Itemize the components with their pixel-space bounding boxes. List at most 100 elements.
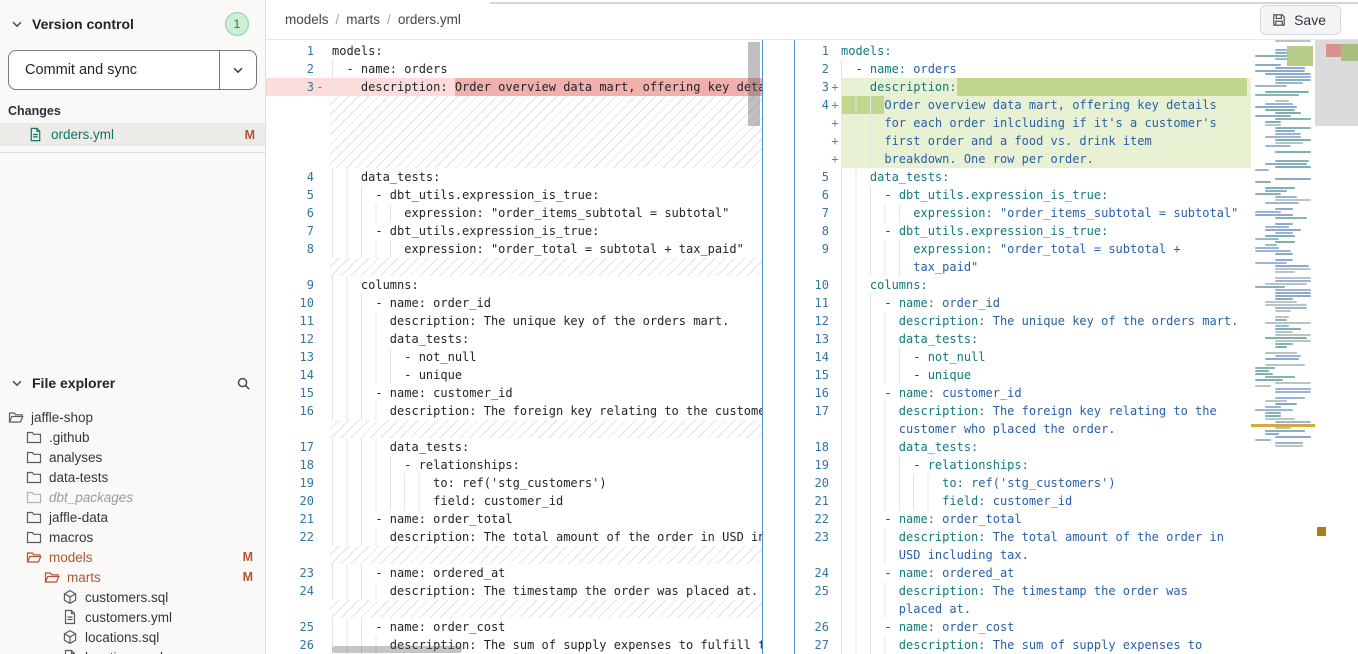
code-line-8[interactable]: 8 expression: "order_total = subtotal + … <box>266 240 762 258</box>
code-line-18[interactable]: 18 - relationships: <box>266 456 762 474</box>
code-line-5[interactable]: 5 data_tests: <box>795 168 1251 186</box>
code-line-wrap[interactable]: USD including tax. <box>795 546 1251 564</box>
code-line-6[interactable]: 6 expression: "order_items_subtotal = su… <box>266 204 762 222</box>
code-line-12[interactable]: 12 description: The unique key of the or… <box>795 312 1251 330</box>
gutter: 14 <box>795 348 841 366</box>
code-line-10[interactable]: 10 - name: order_id <box>266 294 762 312</box>
code-line-7[interactable]: 7 expression: "order_items_subtotal = su… <box>795 204 1251 222</box>
code-line-13[interactable]: 13 data_tests: <box>795 330 1251 348</box>
code-line-wrap[interactable]: placed at. <box>795 600 1251 618</box>
code-line-27[interactable]: 27 description: The sum of supply expens… <box>795 636 1251 654</box>
commit-options-caret[interactable] <box>219 51 256 89</box>
code-line-wrap[interactable]: customer who placed the order. <box>795 420 1251 438</box>
code-line-12[interactable]: 12 data_tests: <box>266 330 762 348</box>
diff-pane-original[interactable]: 1models:2 - name: orders3- description: … <box>266 40 762 654</box>
code-line-17[interactable]: 17 data_tests: <box>266 438 762 456</box>
code-line-13[interactable]: 13 - not_null <box>266 348 762 366</box>
breadcrumb-item-marts[interactable]: marts <box>346 12 380 27</box>
commit-button-label[interactable]: Commit and sync <box>9 51 219 89</box>
tree-item-locations.sql[interactable]: locations.sql <box>0 627 265 647</box>
code-line-1[interactable]: 1models: <box>795 42 1251 60</box>
chevron-down-icon[interactable] <box>10 17 24 31</box>
code-line-19[interactable]: 19 to: ref('stg_customers') <box>266 474 762 492</box>
code-line-22[interactable]: 22 - name: order_total <box>795 510 1251 528</box>
code-line-5[interactable]: 5 - dbt_utils.expression_is_true: <box>266 186 762 204</box>
tree-item-data-tests[interactable]: data-tests <box>0 467 265 487</box>
left-pane-vertical-scrollbar[interactable] <box>748 42 760 126</box>
save-button[interactable]: Save <box>1260 5 1341 35</box>
code-line-15[interactable]: 15 - unique <box>795 366 1251 384</box>
code-line-11[interactable]: 11 - name: order_id <box>795 294 1251 312</box>
code-line-15[interactable]: 15 - name: customer_id <box>266 384 762 402</box>
code-line-25[interactable]: 25 description: The timestamp the order … <box>795 582 1251 600</box>
minimap-line <box>1265 376 1295 378</box>
minimap-line <box>1265 121 1281 123</box>
tree-item-models[interactable]: modelsM <box>0 547 265 567</box>
tree-item-customers.yml[interactable]: customers.yml <box>0 607 265 627</box>
tree-item-jaffle-shop[interactable]: jaffle-shop <box>0 407 265 427</box>
tree-item-dbt_packages[interactable]: dbt_packages <box>0 487 265 507</box>
code-line-23[interactable]: 23 - name: ordered_at <box>266 564 762 582</box>
code-line-21[interactable]: 21 field: customer_id <box>795 492 1251 510</box>
commit-and-sync-button[interactable]: Commit and sync <box>8 50 257 90</box>
search-icon[interactable] <box>236 376 251 391</box>
code-line-2[interactable]: 2 - name: orders <box>266 60 762 78</box>
code-line-19[interactable]: 19 - relationships: <box>795 456 1251 474</box>
diff-sign <box>314 438 326 456</box>
diff-sign <box>829 168 841 186</box>
code-line-23[interactable]: 23 description: The total amount of the … <box>795 528 1251 546</box>
code-line-wrap[interactable]: + first order and a food vs. drink item <box>795 132 1251 150</box>
code-line-6[interactable]: 6 - dbt_utils.expression_is_true: <box>795 186 1251 204</box>
code-line-3[interactable]: 3- description: Order overview data mart… <box>266 78 762 96</box>
left-pane-horizontal-scrollbar[interactable] <box>332 646 462 653</box>
tree-item-locations.yml[interactable]: locations.yml <box>0 647 265 654</box>
tree-item-.github[interactable]: .github <box>0 427 265 447</box>
breadcrumb-item-models[interactable]: models <box>285 12 329 27</box>
code-line-9[interactable]: 9 columns: <box>266 276 762 294</box>
code-line-4[interactable]: 4 data_tests: <box>266 168 762 186</box>
code-line-wrap[interactable]: + for each order inlcluding if it's a cu… <box>795 114 1251 132</box>
code-line-9[interactable]: 9 expression: "order_total = subtotal + <box>795 240 1251 258</box>
minimap-highlight-line <box>1251 424 1315 427</box>
tree-item-macros[interactable]: macros <box>0 527 265 547</box>
code-line-7[interactable]: 7 - dbt_utils.expression_is_true: <box>266 222 762 240</box>
code-line-8[interactable]: 8 - dbt_utils.expression_is_true: <box>795 222 1251 240</box>
code-line-21[interactable]: 21 - name: order_total <box>266 510 762 528</box>
code-line-20[interactable]: 20 to: ref('stg_customers') <box>795 474 1251 492</box>
code-line-18[interactable]: 18 data_tests: <box>795 438 1251 456</box>
code-line-3[interactable]: 3+ description: <box>795 78 1251 96</box>
code-line-4[interactable]: 4+ Order overview data mart, offering ke… <box>795 96 1251 114</box>
code-line-24[interactable]: 24 description: The timestamp the order … <box>266 582 762 600</box>
code-line-22[interactable]: 22 description: The total amount of the … <box>266 528 762 546</box>
tree-item-customers.sql[interactable]: customers.sql <box>0 587 265 607</box>
minimap-line <box>1265 400 1287 402</box>
code-line-20[interactable]: 20 field: customer_id <box>266 492 762 510</box>
code-line-26[interactable]: 26 - name: order_cost <box>795 618 1251 636</box>
code-line-11[interactable]: 11 description: The unique key of the or… <box>266 312 762 330</box>
breadcrumb-item-orders.yml[interactable]: orders.yml <box>398 12 461 27</box>
chevron-down-icon[interactable] <box>10 376 24 390</box>
diff-sign <box>314 564 326 582</box>
tree-item-marts[interactable]: martsM <box>0 567 265 587</box>
code-line-wrap[interactable]: + breakdown. One row per order. <box>795 150 1251 168</box>
minimap-line <box>1275 232 1293 234</box>
code-line-14[interactable]: 14 - not_null <box>795 348 1251 366</box>
changed-file-row[interactable]: orders.yml M <box>0 123 265 146</box>
code-line-17[interactable]: 17 description: The foreign key relating… <box>795 402 1251 420</box>
code-line-wrap[interactable]: tax_paid" <box>795 258 1251 276</box>
code-line-25[interactable]: 25 - name: order_cost <box>266 618 762 636</box>
code-line-1[interactable]: 1models: <box>266 42 762 60</box>
version-control-header: Version control 1 <box>0 0 265 44</box>
tree-item-jaffle-data[interactable]: jaffle-data <box>0 507 265 527</box>
code-line-16[interactable]: 16 - name: customer_id <box>795 384 1251 402</box>
code-line-16[interactable]: 16 description: The foreign key relating… <box>266 402 762 420</box>
gutter: 10 <box>795 276 841 294</box>
code-line-10[interactable]: 10 columns: <box>795 276 1251 294</box>
diff-pane-modified[interactable]: 1models:2 - name: orders3+ description:4… <box>795 40 1251 654</box>
minimap[interactable] <box>1251 40 1315 654</box>
tree-item-analyses[interactable]: analyses <box>0 447 265 467</box>
code-line-2[interactable]: 2 - name: orders <box>795 60 1251 78</box>
code-line-14[interactable]: 14 - unique <box>266 366 762 384</box>
code-line-24[interactable]: 24 - name: ordered_at <box>795 564 1251 582</box>
gutter: 25 <box>266 618 326 636</box>
